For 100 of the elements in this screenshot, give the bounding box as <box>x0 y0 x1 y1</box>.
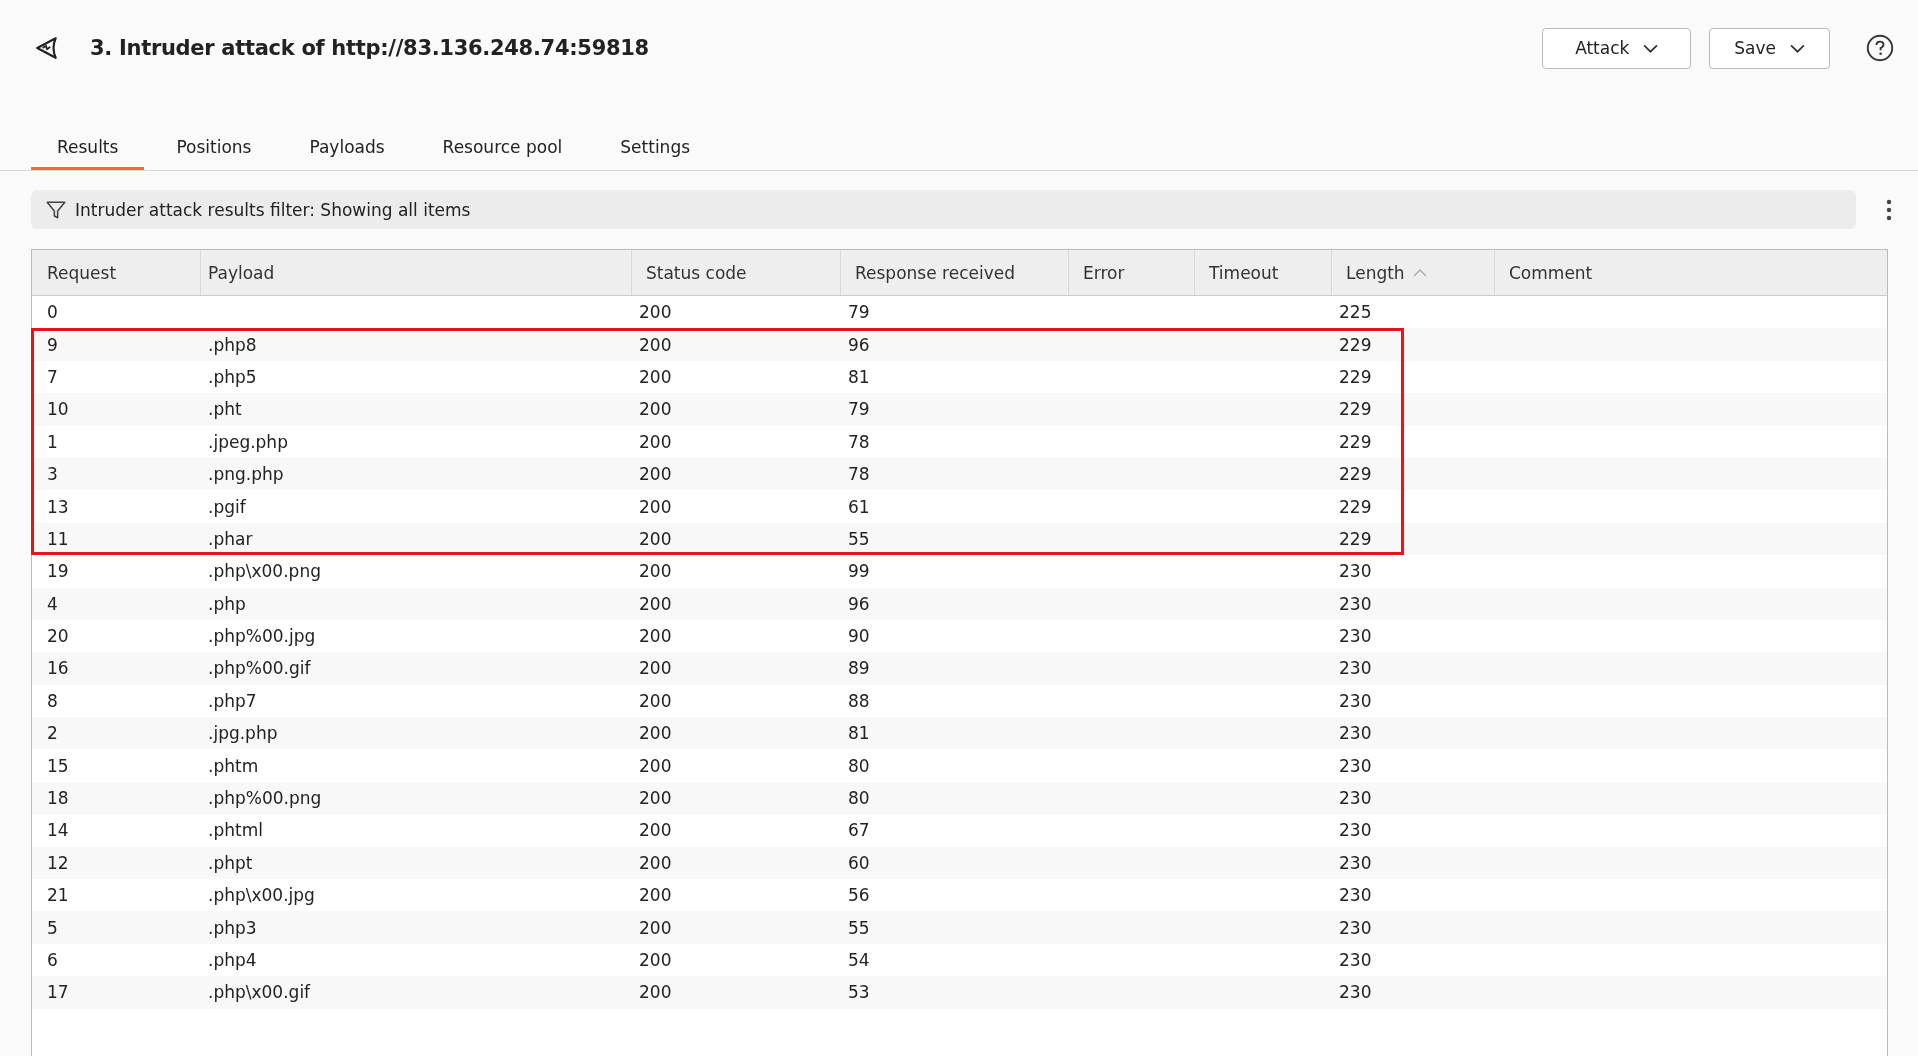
table-cell: 79 <box>848 302 870 323</box>
table-cell: .php%00.jpg <box>208 626 316 647</box>
table-cell: 89 <box>848 658 870 679</box>
table-cell: 200 <box>639 852 672 873</box>
column-header[interactable]: Request <box>32 250 201 295</box>
table-cell: 78 <box>848 431 870 452</box>
tab[interactable]: Results <box>31 137 145 170</box>
table-cell: 1 <box>47 431 58 452</box>
table-cell: 200 <box>639 658 672 679</box>
table-cell: 6 <box>47 950 58 970</box>
table-cell: .png.php <box>208 464 284 485</box>
column-header[interactable]: Error <box>1069 250 1195 295</box>
table-cell: 200 <box>639 723 672 744</box>
table-cell: 3 <box>47 464 58 485</box>
table-cell: 230 <box>1339 917 1372 938</box>
column-header[interactable]: Payload <box>201 250 632 295</box>
table-cell: 80 <box>848 755 870 776</box>
table-cell: .php7 <box>208 690 257 711</box>
table-cell: 90 <box>848 626 870 647</box>
table-cell: 7 <box>47 366 58 387</box>
table-cell: 230 <box>1339 723 1372 744</box>
table-cell: 230 <box>1339 755 1372 776</box>
table-cell: 229 <box>1339 366 1372 387</box>
table-cell: 21 <box>47 885 69 906</box>
column-header[interactable]: Comment <box>1495 250 1887 295</box>
tab[interactable]: Positions <box>150 137 278 170</box>
table-cell: 200 <box>639 334 672 355</box>
table-cell: .php5 <box>208 366 257 387</box>
table-cell: 67 <box>848 820 870 841</box>
table-cell: 230 <box>1339 852 1372 873</box>
dropdown-button[interactable]: Save <box>1709 27 1830 69</box>
table-cell: .php <box>208 593 246 614</box>
table-cell: 12 <box>47 852 69 873</box>
table-cell: 15 <box>47 755 69 776</box>
table-cell: 230 <box>1339 950 1372 970</box>
table-cell: 200 <box>639 496 672 517</box>
table-cell: .phar <box>208 528 253 549</box>
table-cell: 5 <box>47 917 58 938</box>
table-cell: 229 <box>1339 464 1372 485</box>
table-cell: 229 <box>1339 399 1372 420</box>
table-cell: 55 <box>848 528 870 549</box>
table-cell: 55 <box>848 917 870 938</box>
table-cell: 200 <box>639 399 672 420</box>
column-header[interactable]: Status code <box>632 250 841 295</box>
table-cell: 229 <box>1339 496 1372 517</box>
column-header[interactable]: Timeout <box>1195 250 1332 295</box>
table-cell: 80 <box>848 788 870 809</box>
table-cell: 200 <box>639 431 672 452</box>
table-cell: 78 <box>848 464 870 485</box>
more-options-icon[interactable] <box>1886 198 1892 221</box>
table-cell: .phpt <box>208 852 253 873</box>
table-cell: 225 <box>1339 302 1372 323</box>
table-cell: 99 <box>848 561 870 582</box>
table-cell: 56 <box>848 885 870 906</box>
table-cell: 200 <box>639 302 672 323</box>
table-cell: 0 <box>47 302 58 323</box>
column-header[interactable]: Response received <box>841 250 1069 295</box>
table-cell: 200 <box>639 820 672 841</box>
table-cell: 230 <box>1339 982 1372 1003</box>
table-cell: 230 <box>1339 820 1372 841</box>
table-cell: 230 <box>1339 593 1372 614</box>
table-cell: 230 <box>1339 626 1372 647</box>
filter-bar[interactable]: Intruder attack results filter: Showing all items <box>31 190 1856 229</box>
table-cell: 200 <box>639 690 672 711</box>
table-cell: 200 <box>639 950 672 970</box>
chevron-down-icon <box>1790 43 1805 53</box>
table-cell: 61 <box>848 496 870 517</box>
table-cell: 200 <box>639 788 672 809</box>
table-cell: 200 <box>639 464 672 485</box>
table-cell: 2 <box>47 723 58 744</box>
table-cell: 200 <box>639 755 672 776</box>
table-cell: 17 <box>47 982 69 1003</box>
table-cell: 4 <box>47 593 58 614</box>
table-cell: 11 <box>47 528 69 549</box>
table-cell: .jpeg.php <box>208 431 288 452</box>
table-cell: 230 <box>1339 658 1372 679</box>
table-cell: 81 <box>848 723 870 744</box>
table-cell: .php3 <box>208 917 257 938</box>
tab[interactable]: Settings <box>594 137 717 170</box>
table-cell: 200 <box>639 917 672 938</box>
table-cell: .phtml <box>208 820 263 841</box>
column-header[interactable]: Length <box>1332 250 1495 295</box>
tab[interactable]: Payloads <box>283 137 411 170</box>
tab[interactable]: Resource pool <box>416 137 589 170</box>
intruder-logo-icon <box>34 35 60 61</box>
table-cell: 200 <box>639 885 672 906</box>
table-cell: 96 <box>848 593 870 614</box>
table-cell: 20 <box>47 626 69 647</box>
table-cell: 9 <box>47 334 58 355</box>
help-icon[interactable] <box>1866 34 1894 62</box>
table-cell: 230 <box>1339 788 1372 809</box>
table-cell: 200 <box>639 528 672 549</box>
table-cell: 200 <box>639 366 672 387</box>
dropdown-button[interactable]: Attack <box>1542 27 1692 69</box>
table-cell: 53 <box>848 982 870 1003</box>
table-cell: .php\x00.png <box>208 561 321 582</box>
table-cell: 200 <box>639 561 672 582</box>
table-cell: 19 <box>47 561 69 582</box>
table-cell: 88 <box>848 690 870 711</box>
table-cell: 229 <box>1339 528 1372 549</box>
